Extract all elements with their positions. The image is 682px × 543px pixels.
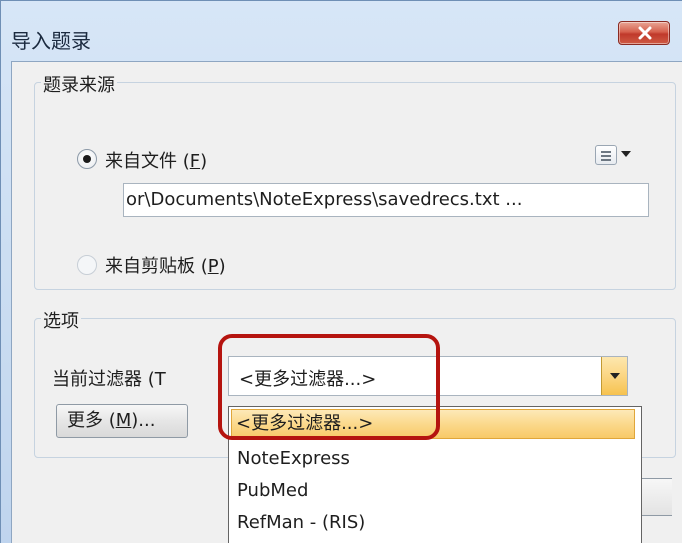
from-file-label-text: 来自文件 ( bbox=[105, 151, 190, 172]
source-group-legend: 题录来源 bbox=[41, 71, 117, 97]
title-bar[interactable]: 导入题录 bbox=[1, 1, 682, 61]
from-clipboard-radio[interactable] bbox=[77, 255, 97, 275]
options-group-legend: 选项 bbox=[41, 307, 81, 333]
filter-option-noteexpress[interactable]: NoteExpress bbox=[229, 443, 641, 475]
list-menu-icon[interactable] bbox=[595, 145, 617, 165]
file-path-field[interactable]: or\Documents\NoteExpress\savedrecs.txt .… bbox=[123, 183, 649, 217]
filter-option-pubmed[interactable]: PubMed bbox=[229, 475, 641, 507]
highlight-annotation bbox=[218, 334, 440, 440]
more-button-text: 更多 ( bbox=[67, 410, 116, 431]
dialog-title: 导入题录 bbox=[11, 29, 91, 53]
close-button[interactable] bbox=[618, 21, 670, 45]
from-clipboard-label-text: 来自剪贴板 ( bbox=[105, 256, 208, 277]
import-records-dialog: 导入题录 题录来源 来自文件 (F) or\Documents\NoteExpr… bbox=[0, 0, 682, 543]
filter-dropdown-arrow-icon[interactable] bbox=[601, 357, 627, 395]
more-button[interactable]: 更多 (M)... bbox=[56, 404, 188, 438]
from-clipboard-label[interactable]: 来自剪贴板 (P) bbox=[105, 252, 226, 278]
current-filter-label: 当前过滤器 (T bbox=[52, 369, 166, 390]
close-icon bbox=[638, 26, 652, 40]
more-button-accesskey: M bbox=[115, 410, 132, 431]
filter-option-refman-ris[interactable]: RefMan - (RIS) bbox=[229, 507, 641, 539]
chevron-down-icon[interactable] bbox=[621, 151, 631, 157]
from-file-label-close: ) bbox=[200, 151, 208, 172]
from-clipboard-accesskey: P bbox=[207, 256, 219, 277]
from-file-accesskey: F bbox=[189, 151, 201, 172]
from-file-label[interactable]: 来自文件 (F) bbox=[105, 147, 207, 173]
from-clipboard-label-close: ) bbox=[218, 256, 226, 277]
from-file-radio[interactable] bbox=[77, 149, 97, 169]
source-group: 题录来源 来自文件 (F) or\Documents\NoteExpress\s… bbox=[34, 71, 676, 290]
more-button-close: )... bbox=[131, 410, 156, 431]
dialog-body: 题录来源 来自文件 (F) or\Documents\NoteExpress\s… bbox=[11, 61, 682, 543]
